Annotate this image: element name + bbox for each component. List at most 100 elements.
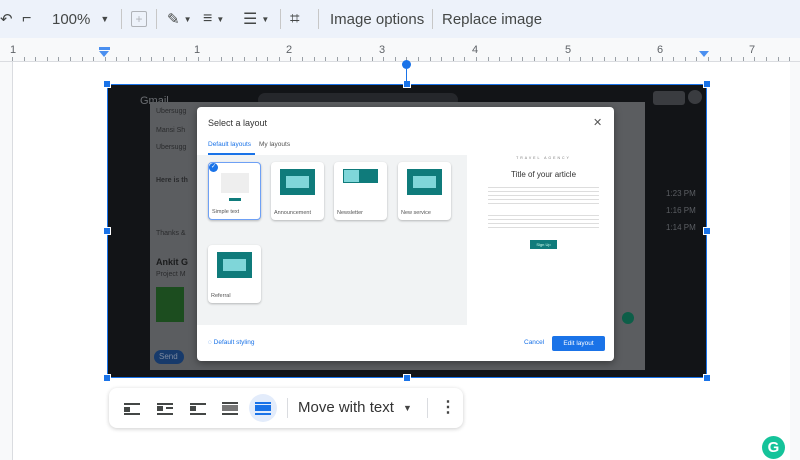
resize-handle[interactable] — [403, 374, 411, 382]
ruler-tick — [58, 57, 60, 61]
ruler-tick — [754, 57, 756, 61]
border-weight-icon[interactable]: ≡ ▼ — [203, 9, 224, 29]
ruler-tick — [93, 57, 95, 61]
resize-handle[interactable] — [703, 374, 711, 382]
ruler-tick — [684, 57, 686, 61]
thumbnail — [229, 198, 241, 201]
ruler-tick — [568, 57, 570, 61]
ruler-tick — [174, 57, 176, 61]
in-front-of-text-button[interactable] — [249, 394, 277, 422]
default-styling-label: Default styling — [213, 339, 255, 346]
in-front-of-text-icon — [255, 401, 271, 415]
ruler-tick — [255, 57, 257, 61]
thumbnail — [221, 173, 249, 193]
first-line-indent-handle[interactable] — [99, 47, 110, 50]
ruler-tick — [116, 57, 118, 61]
break-text-icon[interactable] — [190, 401, 206, 415]
inline-wrap-icon[interactable] — [124, 401, 140, 415]
replace-image-button[interactable]: Replace image — [442, 9, 542, 29]
ruler-tick — [186, 57, 187, 61]
ruler-tick — [290, 57, 292, 61]
ruler-tick — [696, 57, 698, 61]
text: Mansi Sh — [156, 127, 186, 134]
ruler-tick — [278, 57, 280, 61]
ruler-tick — [603, 57, 605, 61]
ruler-tick — [557, 57, 559, 61]
divider — [318, 9, 319, 29]
ruler-tick — [522, 57, 524, 61]
more-options-icon[interactable]: ⋮ — [440, 397, 456, 417]
ruler[interactable]: 1 1 2 3 4 5 6 7 — [0, 38, 800, 62]
ruler-tick — [104, 57, 106, 61]
undo-icon[interactable]: ↶ — [0, 9, 13, 29]
send-button: Send — [154, 350, 184, 364]
resize-handle[interactable] — [703, 80, 711, 88]
resize-handle[interactable] — [103, 374, 111, 382]
ruler-tick — [545, 57, 547, 61]
rotate-handle[interactable] — [402, 60, 411, 69]
edit-layout-button: Edit layout — [552, 336, 605, 351]
ruler-tick — [766, 57, 767, 61]
crop-icon[interactable]: ⌗ — [290, 9, 300, 29]
ruler-tick — [615, 57, 617, 61]
ruler-tick — [128, 57, 129, 61]
ruler-tick — [197, 57, 199, 61]
ruler-tick — [232, 57, 234, 61]
ruler-tick — [162, 57, 164, 61]
zoom-select[interactable]: 100% ▼ — [52, 9, 109, 29]
paint-format-icon[interactable]: ⌐ — [22, 9, 31, 29]
ruler-tick — [719, 57, 721, 61]
text: Here is th — [156, 177, 188, 184]
ruler-tick — [580, 57, 582, 61]
select-layout-dialog: Select a layout ✕ Default layouts My lay… — [197, 107, 614, 361]
ruler-tick — [336, 57, 338, 61]
resize-handle[interactable] — [403, 80, 411, 88]
ruler-tick — [789, 57, 791, 61]
ruler-tick — [209, 57, 211, 61]
position-dropdown[interactable]: Move with text — [298, 399, 394, 416]
toolbar: ↶ ⌐ 100% ▼ + ✎ ▼ ≡ ▼ ☰ ▼ ⌗ Image options Rep… — [0, 0, 800, 38]
ruler-label: 4 — [472, 44, 479, 56]
ruler-tick — [220, 57, 222, 61]
ruler-tick — [777, 57, 779, 61]
tab-my-layouts: My layouts — [259, 141, 291, 148]
resize-handle[interactable] — [703, 227, 711, 235]
rotate-line — [406, 69, 407, 81]
divider — [427, 398, 428, 418]
time: 1:16 PM — [666, 206, 696, 215]
preview-brand: TRAVEL AGENCY — [516, 156, 571, 160]
ruler-tick — [673, 57, 675, 61]
preview-signup-button: Sign Up — [530, 240, 557, 249]
behind-text-icon[interactable] — [222, 401, 238, 415]
grammarly-icon — [622, 312, 634, 324]
grammarly-icon[interactable]: G — [762, 436, 785, 459]
ruler-tick — [139, 57, 141, 61]
ruler-tick — [638, 57, 640, 61]
ruler-tick — [464, 57, 466, 61]
ruler-tick — [441, 57, 443, 61]
layout-card-newsletter: Newsletter — [334, 162, 387, 220]
wrap-text-icon[interactable] — [157, 401, 173, 415]
resize-handle[interactable] — [103, 80, 111, 88]
border-color-icon[interactable]: ✎ ▼ — [167, 9, 192, 29]
resize-handle[interactable] — [103, 227, 111, 235]
layout-label: Simple text — [212, 209, 240, 215]
border-dash-icon[interactable]: ☰ ▼ — [243, 9, 269, 29]
add-comment-icon[interactable]: + — [131, 11, 147, 27]
time: 1:14 PM — [666, 223, 696, 232]
ruler-tick — [348, 57, 350, 61]
image-options-button[interactable]: Image options — [330, 9, 424, 29]
preview-text — [488, 212, 599, 230]
ruler-tick — [499, 57, 501, 61]
chevron-down-icon: ▼ — [100, 14, 110, 24]
zoom-value: 100% — [52, 10, 91, 28]
ruler-tick — [81, 57, 83, 61]
ruler-tick — [302, 57, 303, 61]
layout-label: Announcement — [274, 210, 311, 216]
ruler-tick — [476, 57, 477, 61]
chevron-down-icon[interactable]: ▼ — [403, 403, 412, 413]
ruler-tick — [35, 57, 37, 61]
ruler-tick — [708, 57, 709, 61]
ruler-tick — [742, 57, 744, 61]
text: Ubersugg — [156, 108, 187, 115]
